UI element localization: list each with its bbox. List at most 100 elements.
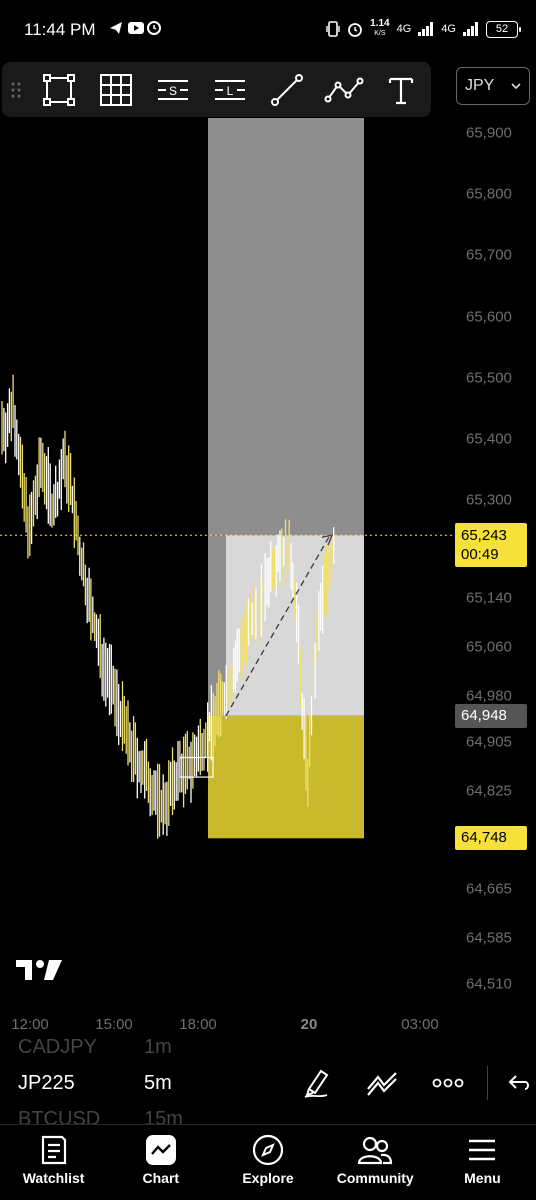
upper-target-zone: [208, 118, 364, 536]
price-tick: 65,800: [466, 185, 512, 203]
nav-watchlist[interactable]: Watchlist: [0, 1125, 107, 1200]
short-position-tool-button[interactable]: S: [144, 62, 201, 117]
previous-interval: 1m: [144, 1038, 172, 1058]
long-position-tool-button[interactable]: L: [201, 62, 258, 117]
next-interval: 15m: [144, 1108, 183, 1124]
price-tick: 65,140: [466, 589, 512, 607]
bottom-nav: Watchlist Chart Explore Community Menu: [0, 1124, 536, 1200]
previous-symbol-row[interactable]: CADJPY 1m: [18, 1038, 172, 1059]
nav-chart-label: Chart: [142, 1170, 180, 1186]
more-dots-icon: [432, 1078, 464, 1088]
long-tool-letter: L: [226, 84, 233, 98]
nav-chart[interactable]: Chart: [107, 1125, 214, 1200]
time-tick: 12:00: [11, 1016, 49, 1033]
status-time: 11:44 PM: [24, 20, 96, 39]
squiggle-draw-icon: [367, 1072, 397, 1096]
grid-tool-icon: [99, 73, 132, 106]
notification-icons: [108, 20, 178, 40]
nav-explore[interactable]: Explore: [214, 1125, 321, 1200]
stop-price-label: 64,748: [455, 826, 527, 851]
price-tick: 65,060: [466, 638, 512, 656]
chart-icon: [145, 1133, 177, 1167]
path-tool-button[interactable]: [315, 62, 372, 117]
draw-brush-button[interactable]: [283, 1065, 349, 1101]
currency-value: JPY: [465, 77, 495, 94]
position-zones: [208, 118, 364, 839]
toolbar-drag-handle[interactable]: [2, 80, 30, 100]
chart-area[interactable]: 65,900 65,800 65,700 65,600 65,500 65,400 65,3…: [0, 118, 536, 1008]
path-tool-icon: [324, 77, 363, 102]
next-symbol: BTCUSD: [18, 1108, 101, 1124]
trend-line-tool-icon: [270, 73, 303, 106]
currency-select[interactable]: JPY: [456, 67, 530, 105]
price-tick: 65,900: [466, 124, 512, 142]
stop-loss-zone: [208, 715, 364, 839]
price-tick: 65,700: [466, 246, 512, 264]
drawing-toolbar: S L: [2, 62, 431, 117]
tradingview-logo: [16, 956, 64, 987]
current-symbol: JP225: [18, 1072, 75, 1094]
signal-strength-2-icon: [463, 22, 478, 36]
time-tick: 03:00: [401, 1016, 439, 1033]
signal-2-label: 4G: [441, 23, 456, 35]
drag-handle-icon: [11, 82, 21, 97]
vibrate-icon: [326, 21, 340, 37]
time-tick: 18:00: [179, 1016, 217, 1033]
status-indicators: 1.14 K/S 4G 4G 52: [326, 18, 521, 39]
price-tick: 64,825: [466, 782, 512, 800]
more-options-button[interactable]: [415, 1065, 481, 1101]
time-axis[interactable]: 12:00 15:00 18:00 20 03:00: [0, 1010, 536, 1038]
short-position-tool-icon: S: [157, 79, 188, 100]
community-icon: [357, 1133, 393, 1167]
undo-button[interactable]: [502, 1065, 536, 1101]
price-tick: 64,665: [466, 880, 512, 898]
text-tool-icon: [388, 77, 413, 104]
grid-tool-button[interactable]: [87, 62, 144, 117]
nav-menu[interactable]: Menu: [429, 1125, 536, 1200]
nav-community-label: Community: [336, 1170, 414, 1186]
price-tick: 65,500: [466, 369, 512, 387]
rectangle-tool-button[interactable]: [30, 62, 87, 117]
symbol-strip[interactable]: CADJPY 1m JP225 5m BTCUSD 15m: [0, 1038, 536, 1124]
previous-symbol: CADJPY: [18, 1038, 97, 1058]
next-symbol-row[interactable]: BTCUSD 15m: [18, 1108, 183, 1124]
rectangle-tool-icon: [42, 73, 75, 106]
nav-explore-label: Explore: [242, 1170, 294, 1186]
undo-icon: [508, 1075, 529, 1090]
nav-community[interactable]: Community: [322, 1125, 429, 1200]
text-tool-button[interactable]: [372, 62, 429, 117]
status-bar: 11:44 PM 1.14 K/S 4G 4G 52: [0, 0, 536, 60]
long-position-tool-icon: L: [214, 79, 245, 100]
current-price-label: 65,243 00:49: [455, 523, 527, 568]
hamburger-menu-icon: [467, 1133, 497, 1167]
battery-indicator: 52: [486, 20, 521, 38]
current-price-value: 65,243: [461, 527, 507, 545]
current-interval: 5m: [144, 1072, 172, 1094]
signal-strength-1-icon: [418, 22, 434, 36]
time-tick: 15:00: [95, 1016, 133, 1033]
price-tick: 65,400: [466, 430, 512, 448]
price-tick: 64,980: [466, 687, 512, 705]
chart-actions: [283, 1065, 536, 1101]
signal-1-label: 4G: [396, 23, 412, 35]
trend-line-tool-button[interactable]: [258, 62, 315, 117]
drawings-list-button[interactable]: [349, 1065, 415, 1101]
price-tick: 64,905: [466, 733, 512, 751]
nav-watchlist-label: Watchlist: [22, 1170, 85, 1186]
bar-countdown: 00:49: [461, 546, 499, 564]
net-speed: 1.14 K/S: [370, 18, 390, 38]
current-symbol-row[interactable]: JP225 5m: [18, 1072, 172, 1095]
chevron-down-icon: [511, 83, 521, 90]
price-tick: 65,600: [466, 308, 512, 326]
price-tick: 65,300: [466, 491, 512, 509]
compass-icon: [251, 1133, 285, 1167]
brush-icon: [304, 1069, 329, 1098]
price-tick: 64,510: [466, 975, 512, 993]
short-tool-letter: S: [168, 84, 176, 98]
tradingview-logo-icon: [16, 960, 62, 980]
entry-price-label: 64,948: [455, 703, 527, 728]
strip-divider: [487, 1066, 488, 1100]
time-tick: 20: [300, 1016, 318, 1033]
watchlist-icon: [40, 1133, 68, 1167]
notification-apps-icon: [110, 21, 161, 35]
